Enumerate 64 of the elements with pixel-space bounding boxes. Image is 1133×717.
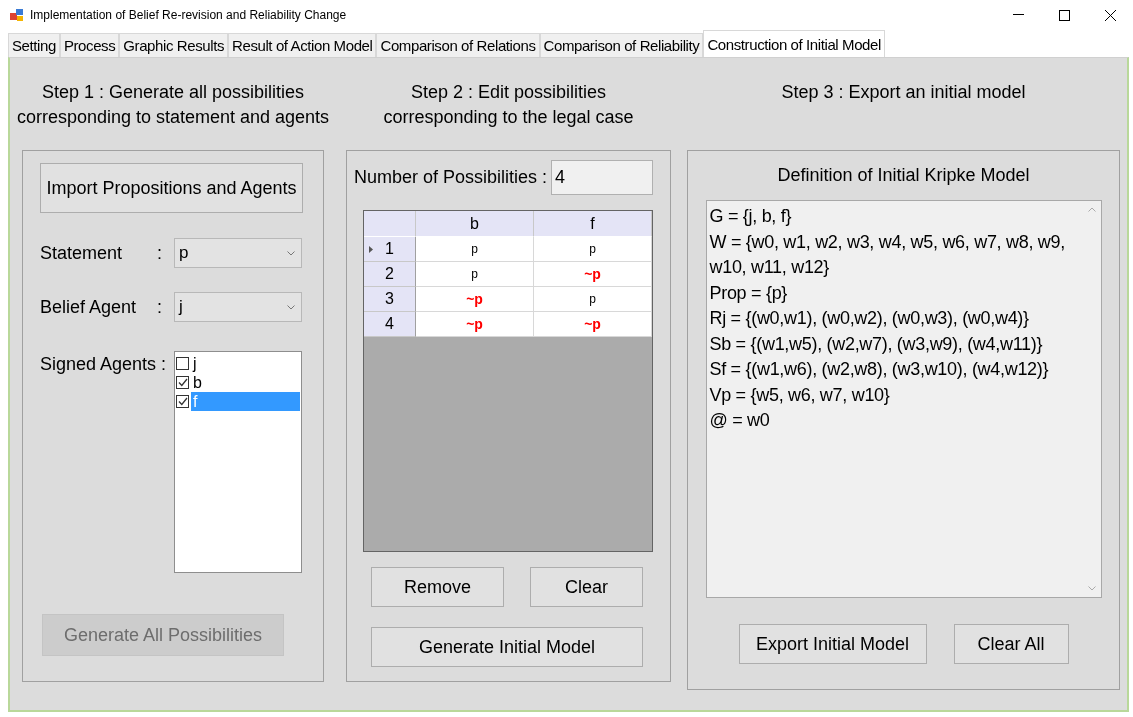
colon: : [157, 296, 163, 318]
text-line: @ = w0 [709, 409, 771, 432]
table-cell: p [416, 262, 534, 287]
remove-button[interactable]: Remove [371, 567, 504, 607]
generate-model-button[interactable]: Generate Initial Model [371, 627, 643, 667]
clear-all-button[interactable]: Clear All [953, 624, 1069, 664]
text-line: W = {w0, w1, w2, w3, w4, w5, w6, w7, w8, w9, [709, 230, 1066, 254]
table-cell: p [534, 237, 652, 262]
table-cell: ~p [416, 312, 534, 337]
close-icon [1104, 9, 1116, 21]
row-header[interactable]: 4 [364, 312, 416, 337]
table-cell: ~p [534, 312, 652, 337]
statement-dropdown[interactable]: p [174, 238, 302, 268]
field-label: Belief Agent [40, 296, 138, 318]
row-header[interactable]: 2 [364, 262, 416, 287]
tab[interactable]: Construction of Initial Model [703, 30, 885, 57]
dropdown-caret-icon [287, 304, 295, 310]
text-line: Vp = {w5, w6, w7, w10} [709, 383, 891, 407]
step-heading: Step 2 : Edit possibilities [410, 81, 607, 104]
table-cell: p [534, 287, 652, 312]
export-button[interactable]: Export Initial Model [738, 624, 927, 664]
text-line: Prop = {p} [709, 281, 789, 305]
tab[interactable]: Setting [8, 33, 60, 57]
row-header[interactable]: 3 [364, 287, 416, 312]
text-line: w10, w11, w12} [709, 256, 831, 279]
window-title: Implementation of Belief Re-revision and Reliability Change [30, 8, 348, 22]
app-icon [10, 8, 24, 22]
text-line: Sb = {(w1,w5), (w2,w7), (w3,w9), (w4,w11)} [709, 332, 1044, 356]
list-item[interactable]: j [191, 354, 300, 373]
text-line: Rj = {(w0,w1), (w0,w2), (w0,w3), (w0,w4)} [709, 307, 1030, 330]
table-cell: ~p [534, 262, 652, 287]
field-label: Number of Possibilities : [354, 167, 548, 188]
column-header[interactable]: f [534, 211, 652, 237]
tab[interactable]: Process [59, 33, 120, 57]
corner-header [364, 211, 416, 237]
table-cell: ~p [416, 287, 534, 312]
text-line: G = {j, b, f} [709, 205, 793, 228]
tab[interactable]: Graphic Results [119, 33, 228, 57]
text-line: Sf = {(w1,w6), (w2,w8), (w3,w10), (w4,w12)} [709, 358, 1050, 381]
list-item[interactable]: b [191, 373, 300, 392]
checkbox[interactable] [176, 357, 189, 370]
checkbox[interactable] [176, 395, 189, 408]
field-label: Statement [40, 242, 124, 264]
clear-button[interactable]: Clear [530, 567, 643, 607]
minimize-icon [1012, 14, 1024, 16]
import-button[interactable]: Import Propositions and Agents [40, 163, 303, 213]
step-heading: corresponding to the legal case [383, 106, 634, 129]
tab[interactable]: Comparison of Relations [376, 33, 540, 57]
dropdown-caret-icon [287, 250, 295, 256]
field-label: Signed Agents : [40, 354, 168, 375]
column-header[interactable]: b [416, 211, 534, 237]
table-cell: p [416, 237, 534, 262]
row-header[interactable]: 1 [364, 237, 416, 262]
panel-title: Definition of Initial Kripke Model [777, 165, 1030, 186]
step-heading: Step 1 : Generate all possibilities [41, 81, 305, 104]
tab[interactable]: Result of Action Model [228, 33, 377, 57]
colon: : [157, 242, 163, 264]
agent-dropdown[interactable]: j [174, 292, 302, 322]
checkbox[interactable] [176, 376, 189, 389]
tab[interactable]: Comparison of Reliability [539, 33, 704, 57]
step-heading: corresponding to statement and agents [16, 106, 330, 129]
step-heading: Step 3 : Export an initial model [781, 81, 1026, 104]
maximize-icon [1058, 9, 1070, 21]
count-field[interactable]: 4 [551, 160, 654, 195]
